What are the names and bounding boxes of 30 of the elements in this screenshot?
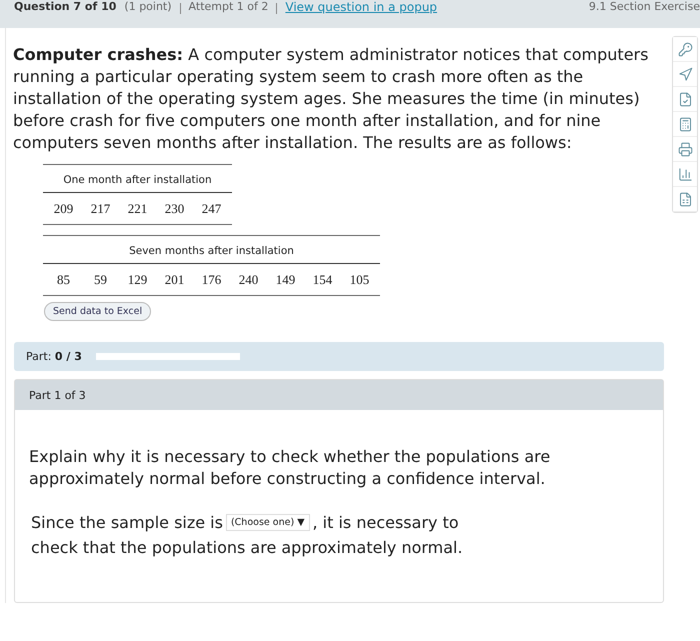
key-icon[interactable] [673,37,697,62]
table-cell-text: 247 [200,200,222,218]
table-header: Seven months after installation [43,236,380,264]
question-prompt: Explain why it is necessary to check whether the populations are approximately normal before constructing a confidence interval. [28,446,552,490]
table-cell-text: 240 [238,271,260,289]
part-progress-label: Part: 0 / 3 [26,350,82,363]
answer-text: check that the populations are approximately normal. [31,537,463,559]
table-cell-text: 59 [93,271,108,289]
part-header: Part 1 of 3 [15,380,663,410]
table-cell-text: 230 [164,200,186,218]
table-header: One month after installation [43,165,232,193]
attempt-text: Attempt 1 of 2 [188,0,268,13]
send-to-excel-button[interactable]: Send data to Excel [44,302,152,321]
table-cell-text: 217 [90,200,112,218]
section-title: 9.1 Section Exercise [588,0,700,13]
table-cell-text: 85 [56,271,71,289]
question-text: Computer crashes: A computer system administrator notices that computers running a particular operating system seem to crash more often as the installation of the operating system ages. She measures the time (in minutes) before crash for five computers one month after installation, and for nine computers seven months after installation. The results are as follows: [13,44,650,154]
table-cell-text: 201 [164,271,186,289]
points-text: (1 point) [124,0,172,13]
table-cell-text: 209 [52,200,74,218]
answer-text: Since the sample size is [31,512,223,534]
table-cell-text: 221 [126,200,148,218]
question-number: Question 7 of 10 [14,0,116,13]
table-cell-text: 154 [312,271,334,289]
table-cell-text: 149 [274,271,296,289]
table-cell-text: 129 [126,271,148,289]
table-cell-text: 176 [200,271,222,289]
table-cell-text: 105 [348,271,370,289]
choice-dropdown[interactable]: (Choose one) ▼ [226,514,310,531]
answer-text: , it is necessary to [312,512,459,534]
